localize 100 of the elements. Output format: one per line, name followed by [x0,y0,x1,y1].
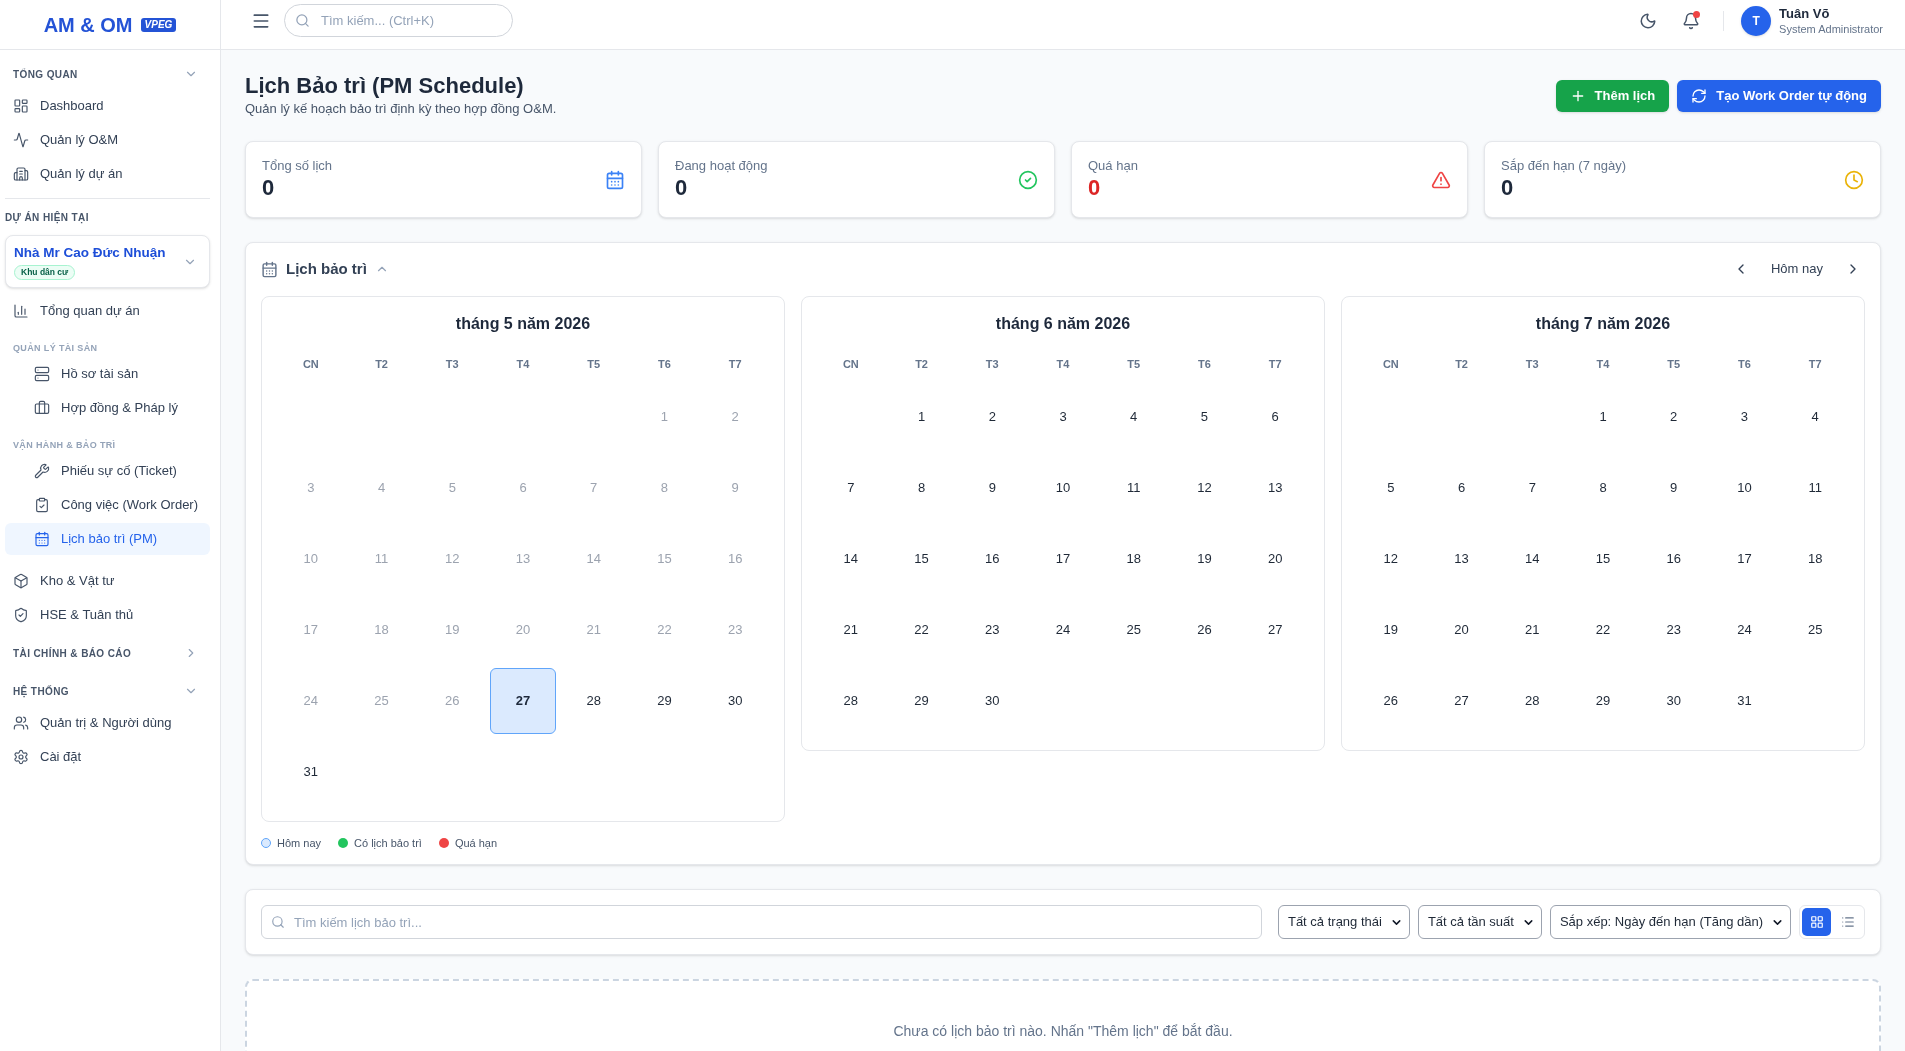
sidebar-item[interactable]: Hợp đồng & Pháp lý [5,392,210,424]
calendar-day[interactable]: 29 [1595,691,1611,711]
calendar-day[interactable]: 30 [1666,691,1681,711]
calendar-day[interactable]: 2 [1670,407,1678,427]
calendar-day[interactable]: 30 [985,691,1000,711]
page-title: Lịch Bảo trì (PM Schedule) [245,72,525,100]
calendar-day[interactable]: 21 [1525,620,1540,640]
calendar-day[interactable]: 29 [914,691,929,711]
calendar-day[interactable]: 17 [1737,549,1752,569]
calendar-day[interactable]: 30 [727,691,743,711]
calendar-day[interactable]: 4 [1811,407,1819,427]
calendar-day[interactable]: 19 [1383,620,1399,640]
calendar-day[interactable]: 9 [1670,478,1678,498]
calendar-day[interactable]: 7 [1528,478,1536,498]
calendar-day[interactable]: 13 [1454,549,1469,569]
weekday-label: T2 [1455,357,1468,372]
calendar-day[interactable]: 16 [985,549,1000,569]
calendar-day[interactable]: 29 [657,691,672,711]
calendar-day[interactable]: 27 [1454,691,1469,711]
search-field[interactable]: Tìm kiếm... (Ctrl+K) [284,4,513,37]
sidebar-item[interactable]: Cài đặt [5,741,210,773]
calendar-day[interactable]: 3 [1059,407,1067,427]
calendar-day[interactable]: 12 [1197,478,1212,498]
calendar-day[interactable]: 9 [988,478,996,498]
calendar-day[interactable]: 14 [843,549,859,569]
sidebar-item[interactable]: Hồ sơ tài sản [5,358,210,390]
calendar-day[interactable]: 23 [985,620,1000,640]
sidebar-item[interactable]: Lịch bảo trì (PM) [5,523,210,555]
sidebar-item[interactable]: Quản lý O&M [5,124,210,156]
calendar-day[interactable]: 25 [1807,620,1823,640]
filter-dropdown[interactable]: Sắp xếp: Ngày đến hạn (Tăng dần) [1549,905,1791,939]
calendar-day[interactable]: 5 [1200,407,1209,427]
sidebar-item[interactable]: Dashboard [5,90,210,122]
calendar-day[interactable]: 5 [1387,478,1395,498]
sidebar-item[interactable]: Phiếu sự cố (Ticket) [5,455,210,487]
sidebar-item[interactable]: Kho & Vật tư [5,565,210,597]
today-button[interactable]: Hôm nay [1762,257,1831,281]
calendar-day[interactable]: 25 [1126,620,1141,640]
calendar-day[interactable]: 22 [914,620,929,640]
calendar-day[interactable]: 31 [303,762,319,782]
calendar-day[interactable]: 22 [1595,620,1611,640]
calendar-day[interactable]: 7 [847,478,855,498]
sidebar-item[interactable]: HSE & Tuân thủ [5,599,210,631]
project-selector[interactable]: Nhà Mr Cao Đức Nhuận Khu dân cư [5,235,210,288]
sidebar-item[interactable]: Quản lý dự án [5,158,210,190]
user-avatar[interactable]: T [1741,6,1772,36]
calendar-toggle[interactable]: Lịch bảo trì [261,257,389,281]
section-header[interactable]: TỔNG QUAN [5,58,210,90]
calendar-day[interactable]: 3 [1740,407,1749,427]
calendar-day[interactable]: 20 [1267,549,1283,569]
calendar-day[interactable]: 20 [1454,620,1469,640]
wrench-icon [34,463,50,479]
search-field[interactable]: Tìm kiếm lịch bảo trì... [261,905,1262,939]
calendar-day[interactable]: 10 [1737,478,1752,498]
calendar-day[interactable]: 13 [1267,478,1283,498]
calendar-day[interactable]: 26 [1197,620,1212,640]
calendar-day[interactable]: 16 [1666,549,1681,569]
calendar-day[interactable]: 6 [1457,478,1466,498]
calendar-day[interactable]: 14 [1525,549,1540,569]
calendar-day[interactable]: 2 [988,407,996,427]
sidebar-item[interactable]: Tổng quan dự án [5,295,210,327]
calendar-day[interactable]: 8 [917,478,926,498]
calendar-day[interactable]: 15 [914,549,929,569]
filter-dropdown[interactable]: Tất cả tần suất [1417,905,1542,939]
calendar-day[interactable]: 17 [1055,549,1071,569]
sidebar-item[interactable]: Công việc (Work Order) [5,489,210,521]
section-header[interactable]: TÀI CHÍNH & BÁO CÁO [5,637,210,669]
filter-dropdown[interactable]: Tất cả trạng thái [1277,905,1410,939]
calendar-day[interactable]: 19 [1197,549,1212,569]
calendar-day[interactable]: 15 [1595,549,1611,569]
calendar-day[interactable]: 24 [1055,620,1071,640]
calendar-day[interactable]: 8 [1599,478,1607,498]
calendar-day[interactable]: 11 [1808,478,1822,498]
calendar-day[interactable]: 28 [1525,691,1540,711]
calendar-day[interactable]: 28 [586,691,601,711]
search-icon [295,13,310,28]
sidebar-item[interactable]: Quản trị & Người dùng [5,707,210,739]
calendar-day[interactable]: 12 [1383,549,1399,569]
calendar-day[interactable]: 18 [1126,549,1141,569]
calendar-day[interactable]: 6 [1271,407,1279,427]
section-header[interactable]: HỆ THỐNG [5,675,210,707]
grid-view-button[interactable] [1802,908,1831,936]
generate-work-order-button[interactable]: Tạo Work Order tự động [1677,80,1881,112]
calendar-day[interactable]: 27 [1267,620,1283,640]
calendar-day[interactable]: 27 [490,668,556,734]
calendar-day[interactable]: 26 [1383,691,1399,711]
calendar-day[interactable]: 1 [917,407,926,427]
section-label: DỰ ÁN HIỆN TẠI [5,211,90,225]
weekday-label: T3 [1525,357,1539,372]
calendar-day[interactable]: 1 [1599,407,1607,427]
calendar-day[interactable]: 28 [843,691,859,711]
calendar-day[interactable]: 31 [1737,691,1752,711]
calendar-day[interactable]: 11 [1126,478,1141,498]
calendar-day[interactable]: 10 [1055,478,1071,498]
logo-badge: VPEG [140,17,177,32]
calendar-day[interactable]: 21 [843,620,859,640]
calendar-day[interactable]: 4 [1130,407,1138,427]
calendar-day[interactable]: 24 [1737,620,1752,640]
calendar-day[interactable]: 18 [1807,549,1823,569]
calendar-day[interactable]: 23 [1666,620,1681,640]
